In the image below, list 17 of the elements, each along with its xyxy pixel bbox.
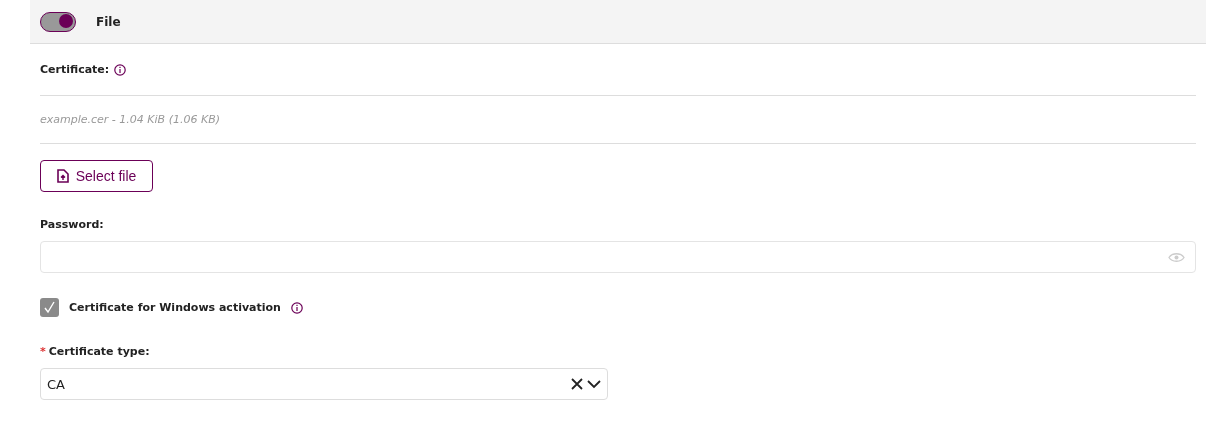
select-file-button[interactable]: Select file <box>40 160 153 192</box>
info-icon[interactable] <box>114 63 127 76</box>
file-info: example.cer - 1.04 KiB (1.06 KB) <box>40 113 220 126</box>
checkbox[interactable] <box>40 298 59 317</box>
field-label: Certificate: <box>40 63 110 76</box>
file-upload-icon <box>56 169 69 183</box>
toggle-switch[interactable] <box>40 11 76 32</box>
certificate-type-select[interactable]: CA <box>40 368 608 400</box>
password-field[interactable] <box>40 241 1196 273</box>
required-mark: * <box>40 345 46 358</box>
clear-icon[interactable] <box>571 378 583 390</box>
checkbox-label: Certificate for Windows activation <box>69 301 281 314</box>
info-icon[interactable] <box>290 301 303 314</box>
section-title: File <box>96 14 121 29</box>
field-label: Password: <box>40 218 104 231</box>
chevron-down-icon[interactable] <box>587 379 601 389</box>
field-label: Certificate type: <box>48 345 150 358</box>
